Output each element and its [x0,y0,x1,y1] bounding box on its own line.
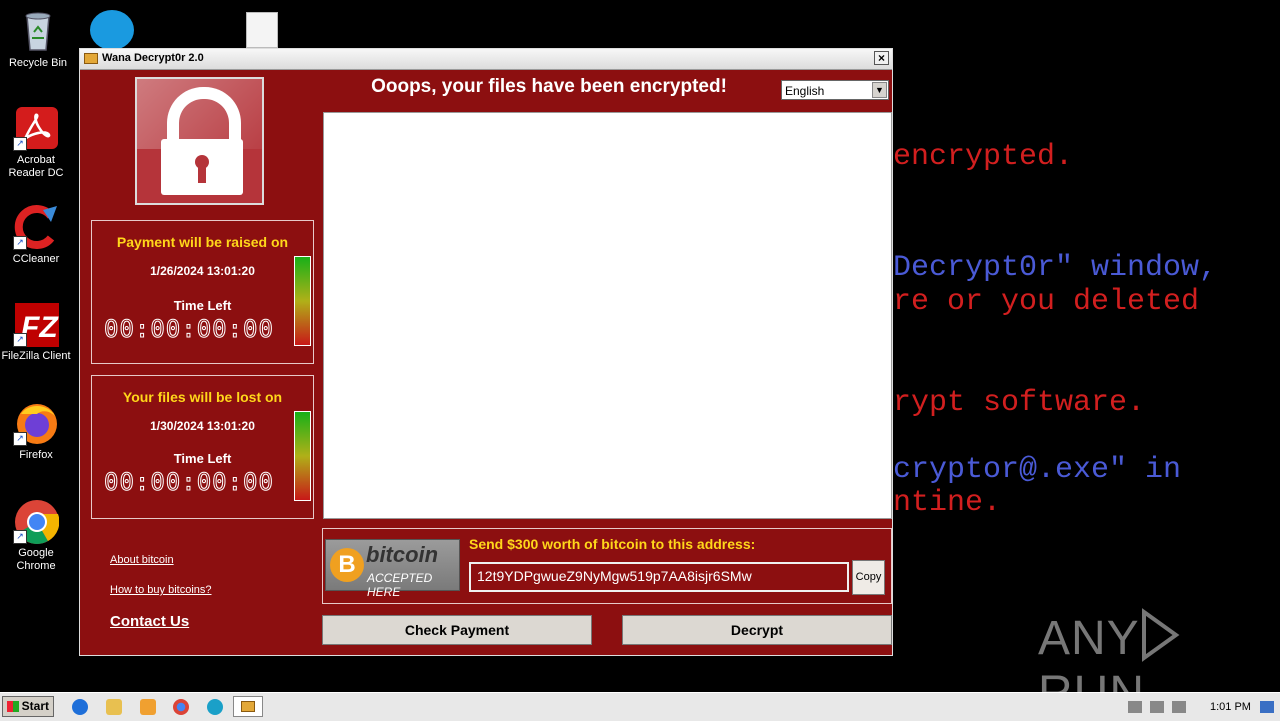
progress-bar [294,411,311,501]
play-icon [1141,608,1180,662]
about-bitcoin-link[interactable]: About bitcoin [110,554,174,566]
panel-date: 1/30/2024 13:01:20 [150,419,255,433]
start-label: Start [21,699,49,713]
app-icon [241,701,255,712]
media-player-icon[interactable] [140,699,156,715]
close-button[interactable]: × [874,51,889,65]
accepted-here-text: ACCEPTED HERE [367,571,433,599]
copy-button[interactable]: Copy [852,560,885,595]
panel-date: 1/26/2024 13:01:20 [150,264,255,278]
countdown-timer: 00:00:00:00 [104,315,274,344]
decrypt-button[interactable]: Decrypt [622,615,892,645]
bg-text-line: rypt software. [893,386,1146,420]
language-value: English [785,84,825,98]
progress-bar [294,256,311,346]
flag-icon[interactable] [1172,701,1186,713]
show-desktop-icon[interactable] [1260,701,1274,713]
bitcoin-word: bitcoin [366,542,439,567]
firefox-icon: ↗ [13,400,59,446]
panel-heading: Payment will be raised on [116,234,289,250]
bg-text-line: re or you deleted [893,285,1200,319]
payment-raise-panel: Payment will be raised on 1/26/2024 13:0… [91,220,314,364]
desktop-icon-firefox[interactable]: ↗ Firefox [0,400,74,462]
chrome-icon[interactable] [173,699,189,715]
desktop-icon-filezilla[interactable]: FZ ↗ FileZilla Client [0,301,74,363]
bg-text-line: encrypted. [893,140,1074,174]
payment-area: B bitcoin ACCEPTED HERE Send $300 worth … [322,528,892,604]
wana-decryptor-window: Wana Decrypt0r 2.0 × Payment will be rai… [79,48,893,656]
bg-text-line: ntine. [893,486,1002,520]
skype-icon[interactable] [90,10,134,50]
language-select[interactable]: English ▼ [781,80,889,100]
message-text-area[interactable] [323,112,892,519]
desktop-icon-ccleaner[interactable]: ↗ CCleaner [0,204,74,266]
desktop-icon-label: Acrobat Reader DC [8,154,64,179]
window-titlebar[interactable]: Wana Decrypt0r 2.0 × [80,49,892,70]
window-title: Wana Decrypt0r 2.0 [102,52,204,64]
network-icon[interactable] [1150,701,1164,713]
files-lost-panel: Your files will be lost on 1/30/2024 13:… [91,375,314,519]
time-left-label: Time Left [173,451,232,466]
acrobat-icon: ↗ [13,105,59,151]
taskbar-wanadecryptor[interactable] [233,696,263,717]
watermark-left: ANY [1038,612,1140,665]
windows-icon [7,701,19,712]
bg-text-line: Decrypt0r" window, [893,251,1218,285]
send-instruction: Send $300 worth of bitcoin to this addre… [469,536,756,552]
padlock-icon [135,77,264,205]
desktop-icon-chrome[interactable]: ↗ Google Chrome [0,498,74,573]
desktop-icon-label: Firefox [19,449,53,461]
desktop-icon-label: Recycle Bin [8,57,68,69]
bitcoin-icon: B [330,548,364,582]
folder-icon[interactable] [106,699,122,715]
ie-icon[interactable] [72,699,88,715]
start-button[interactable]: Start [2,696,54,717]
ccleaner-icon: ↗ [13,204,59,250]
time-left-label: Time Left [173,298,232,313]
bitcoin-address-field[interactable]: 12t9YDPgwueZ9NyMgw519p7AA8isjr6SMw [469,562,849,592]
volume-icon[interactable] [1128,701,1142,713]
contact-us-link[interactable]: Contact Us [110,613,189,630]
bg-text-line: cryptor@.exe" in [893,453,1182,487]
panel-heading: Your files will be lost on [122,389,283,405]
desktop-icon-label: Google Chrome [16,547,56,572]
system-tray: 1:01 PM [1120,693,1280,721]
filezilla-icon: FZ ↗ [13,301,59,347]
taskbar: Start 1:01 PM [0,692,1280,721]
clock[interactable]: 1:01 PM [1210,701,1251,713]
headline: Ooops, your files have been encrypted! [371,76,727,97]
chrome-icon: ↗ [13,498,60,544]
chevron-down-icon[interactable]: ▼ [872,82,887,98]
how-to-buy-link[interactable]: How to buy bitcoins? [110,584,212,596]
app-icon [84,53,98,64]
edge-icon[interactable] [207,699,223,715]
check-payment-button[interactable]: Check Payment [322,615,592,645]
countdown-timer: 00:00:00:00 [104,468,274,497]
desktop-icon-label: CCleaner [12,253,60,265]
recycle-bin-icon [15,8,61,54]
desktop-icon-acrobat[interactable]: ↗ Acrobat Reader DC [0,105,74,180]
desktop-icon-label: FileZilla Client [1,350,71,362]
file-icon[interactable] [246,12,278,48]
desktop-icon-recycle-bin[interactable]: Recycle Bin [0,8,76,70]
bitcoin-logo: B bitcoin ACCEPTED HERE [325,539,460,599]
